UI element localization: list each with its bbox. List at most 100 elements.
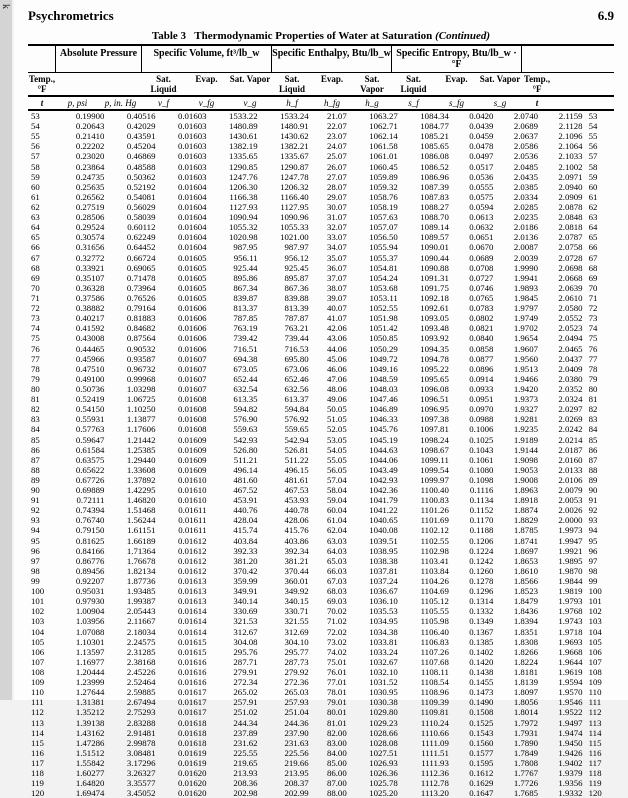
cell: 2.75293 bbox=[107, 707, 158, 717]
cell: 1045.76 bbox=[350, 424, 401, 434]
cell: 2.0637 bbox=[496, 131, 541, 141]
cell: 2.0297 bbox=[541, 404, 586, 414]
cell: 68 bbox=[28, 263, 56, 273]
cell: 3.17296 bbox=[107, 758, 158, 768]
cell: 79 bbox=[586, 374, 614, 384]
cell: 279.92 bbox=[261, 667, 312, 677]
cell: 321.55 bbox=[261, 616, 312, 626]
table-row: 720.388820.791640.01606813.37813.3940.07… bbox=[28, 303, 614, 313]
cell: 0.01605 bbox=[158, 253, 209, 263]
table-row: 820.541501.102500.01608594.82594.8450.05… bbox=[28, 404, 614, 414]
cell: 83 bbox=[586, 414, 614, 424]
cell: 673.05 bbox=[210, 364, 261, 374]
cell: 65 bbox=[28, 232, 56, 242]
table-row: 530.199000.405160.016031533.221533.2421.… bbox=[28, 111, 614, 121]
cell: 0.01619 bbox=[158, 758, 209, 768]
cell: 0.01606 bbox=[158, 303, 209, 313]
cell: 0.19900 bbox=[56, 111, 107, 121]
cell: 1.07088 bbox=[56, 627, 107, 637]
cell: 1.35212 bbox=[56, 707, 107, 717]
cell: 321.53 bbox=[210, 616, 261, 626]
cell: 106 bbox=[586, 647, 614, 657]
cell: 0.0970 bbox=[452, 404, 497, 414]
cell: 0.1006 bbox=[452, 424, 497, 434]
table-row: 870.635751.294400.01609511.21511.2255.05… bbox=[28, 455, 614, 465]
cell: 1107.68 bbox=[401, 657, 452, 667]
sym-sf: s_f bbox=[392, 97, 435, 109]
cell: 83.00 bbox=[312, 738, 350, 748]
table-row: 840.577631.176060.01608559.63559.6552.05… bbox=[28, 424, 614, 434]
cell: 867.34 bbox=[210, 283, 261, 293]
hdr-hf: Sat. Liquid bbox=[272, 73, 312, 95]
cell: 1.9281 bbox=[496, 414, 541, 424]
cell: 0.01606 bbox=[158, 333, 209, 343]
cell: 272.34 bbox=[210, 677, 261, 687]
cell: 37.07 bbox=[312, 273, 350, 283]
cell: 66 bbox=[586, 242, 614, 252]
cell: 2.0380 bbox=[541, 374, 586, 384]
cell: 403.84 bbox=[210, 536, 261, 546]
cell: 1030.38 bbox=[350, 697, 401, 707]
cell: 312.69 bbox=[261, 627, 312, 637]
cell: 0.52419 bbox=[56, 394, 107, 404]
cell: 0.01604 bbox=[158, 212, 209, 222]
cell: 987.97 bbox=[261, 242, 312, 252]
table-row: 550.214100.435910.016031430.611430.6223.… bbox=[28, 131, 614, 141]
cell: 93 bbox=[28, 515, 56, 525]
cell: 120 bbox=[28, 788, 56, 798]
table-row: 710.375860.765260.01605839.87839.8839.07… bbox=[28, 293, 614, 303]
cell: 415.76 bbox=[261, 525, 312, 535]
cell: 0.54081 bbox=[107, 192, 158, 202]
cell: 0.01603 bbox=[158, 131, 209, 141]
cell: 428.04 bbox=[210, 515, 261, 525]
cell: 1.8829 bbox=[496, 515, 541, 525]
cell: 0.01603 bbox=[158, 162, 209, 172]
cell: 925.44 bbox=[210, 263, 261, 273]
table-row: 1061.135972.312850.01615295.76295.7774.0… bbox=[28, 647, 614, 657]
cell: 0.01606 bbox=[158, 344, 209, 354]
cell: 1051.42 bbox=[350, 323, 401, 333]
cell: 1.8308 bbox=[496, 637, 541, 647]
cell: 0.0613 bbox=[452, 212, 497, 222]
cell: 1.8697 bbox=[496, 546, 541, 556]
cell: 2.59885 bbox=[107, 687, 158, 697]
cell: 265.02 bbox=[210, 687, 261, 697]
cell: 1095.65 bbox=[401, 374, 452, 384]
cell: 44.06 bbox=[312, 344, 350, 354]
cell: 0.01616 bbox=[158, 677, 209, 687]
cell: 0.01610 bbox=[158, 495, 209, 505]
cell: 1033.24 bbox=[350, 647, 401, 657]
cell: 237.89 bbox=[210, 728, 261, 738]
cell: 1111.51 bbox=[401, 748, 452, 758]
cell: 0.01611 bbox=[158, 525, 209, 535]
cell: 0.01606 bbox=[158, 323, 209, 333]
cell: 89 bbox=[586, 475, 614, 485]
cell: 1.27644 bbox=[56, 687, 107, 697]
cell: 0.01608 bbox=[158, 424, 209, 434]
cell: 1.03298 bbox=[107, 384, 158, 394]
cell: 95 bbox=[28, 536, 56, 546]
cell: 73.02 bbox=[312, 637, 350, 647]
cell: 0.01614 bbox=[158, 606, 209, 616]
cell: 89 bbox=[28, 475, 56, 485]
cell: 0.0670 bbox=[452, 242, 497, 252]
cell: 111 bbox=[28, 697, 56, 707]
table-row: 1151.472862.998780.01618231.62231.6383.0… bbox=[28, 738, 614, 748]
cell: 0.1224 bbox=[452, 546, 497, 556]
cell: 1.9607 bbox=[496, 344, 541, 354]
cell: 0.37586 bbox=[56, 293, 107, 303]
cell: 496.14 bbox=[210, 465, 261, 475]
cell: 1.51512 bbox=[56, 748, 107, 758]
cell: 107 bbox=[586, 657, 614, 667]
cell: 1048.03 bbox=[350, 384, 401, 394]
table-number: Table 3 bbox=[152, 30, 186, 42]
cell: 86.00 bbox=[312, 768, 350, 778]
cell: 652.46 bbox=[261, 374, 312, 384]
table-row: 1031.039562.116670.01614321.53321.5571.0… bbox=[28, 616, 614, 626]
cell: 115 bbox=[586, 738, 614, 748]
cell: 1.55842 bbox=[56, 758, 107, 768]
cell: 2.0269 bbox=[541, 414, 586, 424]
cell: 244.34 bbox=[210, 718, 261, 728]
cell: 1048.59 bbox=[350, 374, 401, 384]
hdr-vfg: Evap. bbox=[185, 73, 228, 95]
